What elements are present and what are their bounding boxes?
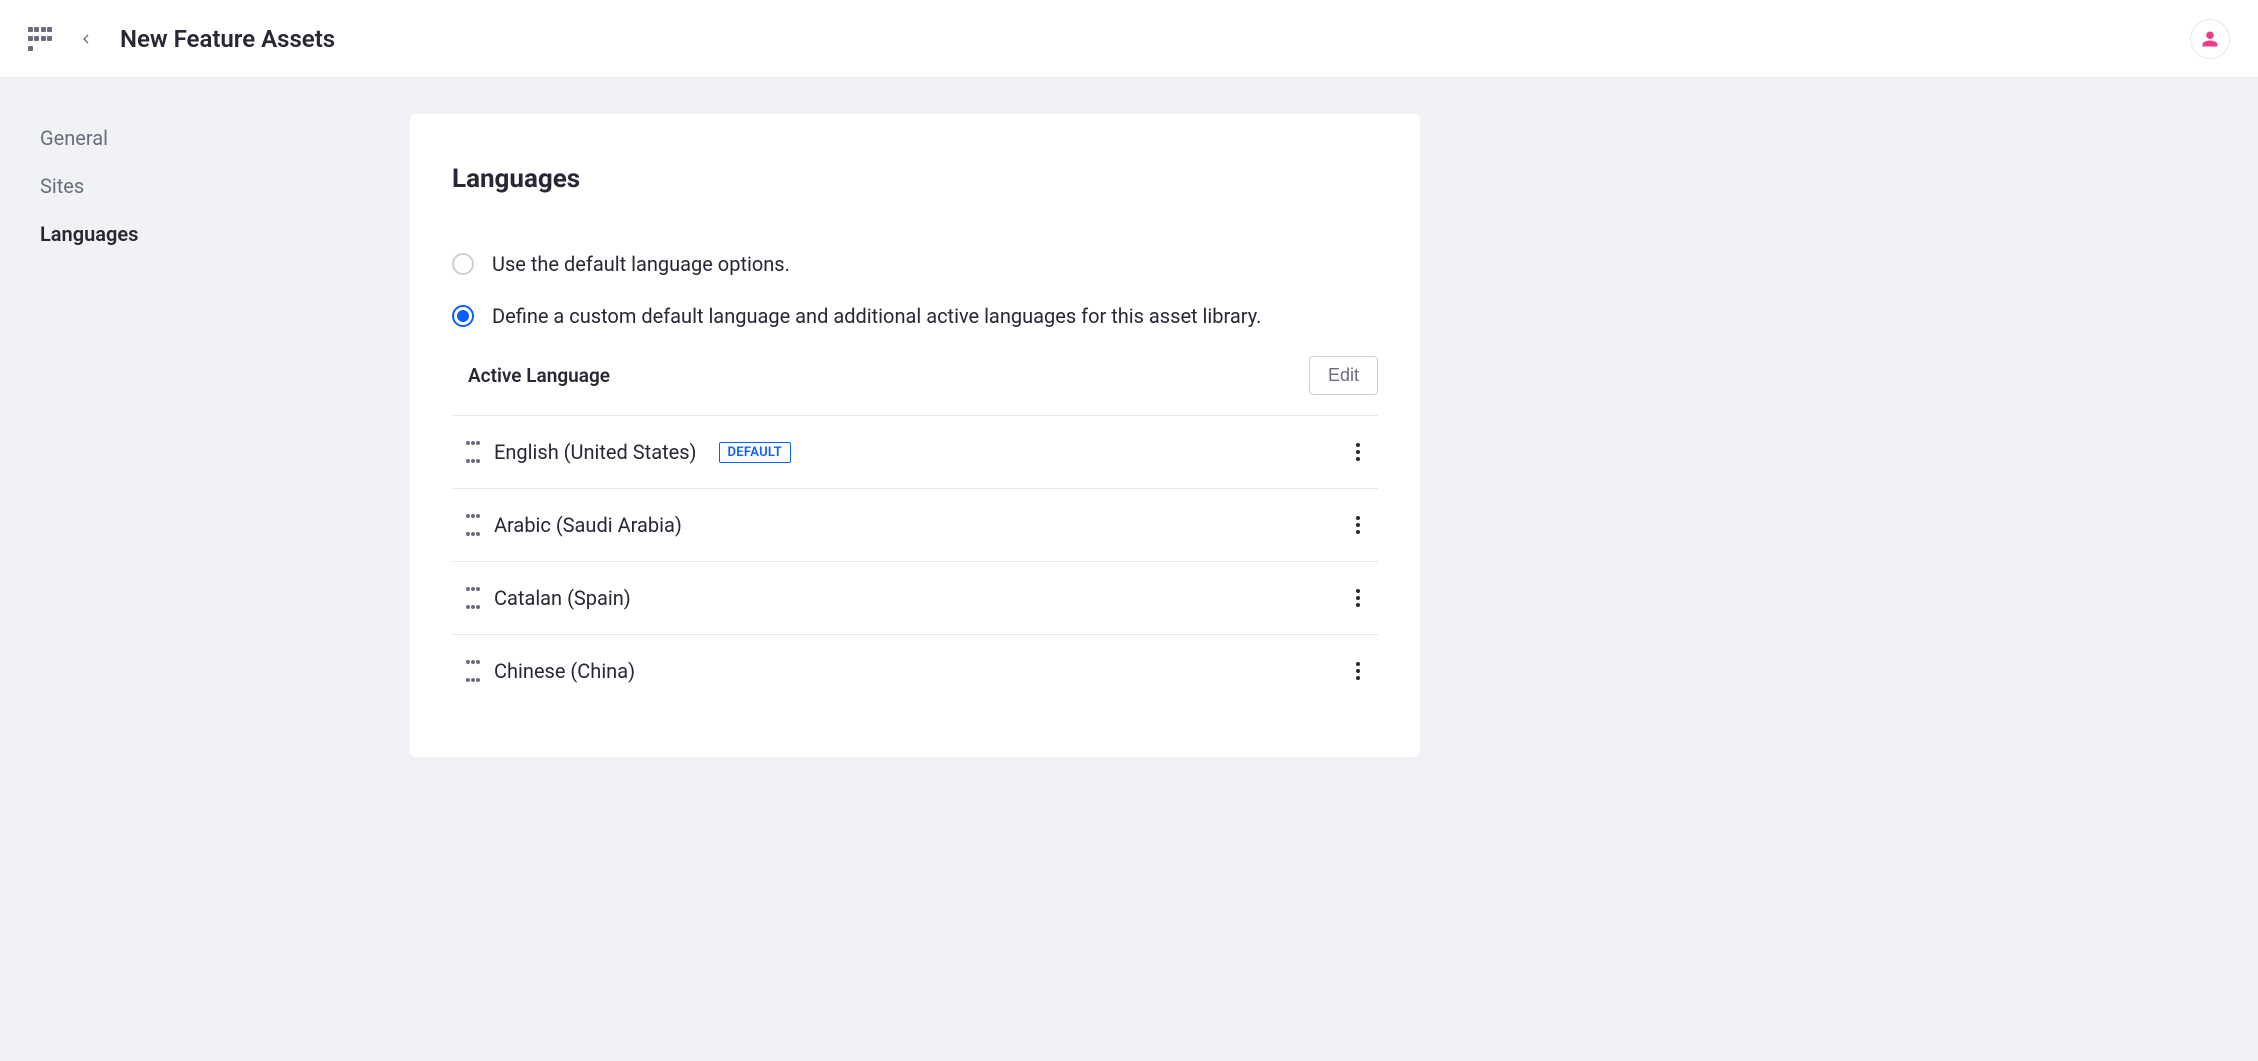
- language-name: Chinese (China): [494, 659, 635, 683]
- kebab-menu-icon[interactable]: [1346, 440, 1370, 464]
- active-language-title: Active Language: [468, 364, 610, 387]
- topbar-left: New Feature Assets: [28, 25, 335, 53]
- user-avatar[interactable]: [2190, 19, 2230, 59]
- active-language-header: Active Language Edit: [452, 356, 1378, 416]
- sidebar: General Sites Languages: [0, 78, 410, 757]
- kebab-menu-icon[interactable]: [1346, 586, 1370, 610]
- language-row: Catalan (Spain): [452, 562, 1378, 635]
- option-use-default-label: Use the default language options.: [492, 252, 790, 276]
- sidebar-item-general[interactable]: General: [40, 114, 370, 162]
- drag-handle-icon[interactable]: [466, 514, 480, 536]
- language-row: English (United States) DEFAULT: [452, 416, 1378, 489]
- kebab-menu-icon[interactable]: [1346, 513, 1370, 537]
- radio-icon: [452, 305, 474, 327]
- language-name: Arabic (Saudi Arabia): [494, 513, 682, 537]
- option-custom-label: Define a custom default language and add…: [492, 304, 1261, 328]
- language-row: Chinese (China): [452, 635, 1378, 707]
- panel-heading: Languages: [452, 164, 1378, 194]
- page-title: New Feature Assets: [120, 25, 335, 53]
- drag-handle-icon[interactable]: [466, 441, 480, 463]
- back-icon[interactable]: [72, 25, 100, 53]
- default-badge: DEFAULT: [719, 442, 792, 463]
- sidebar-item-sites[interactable]: Sites: [40, 162, 370, 210]
- drag-handle-icon[interactable]: [466, 587, 480, 609]
- languages-panel: Languages Use the default language optio…: [410, 114, 1420, 757]
- kebab-menu-icon[interactable]: [1346, 659, 1370, 683]
- language-name: English (United States): [494, 440, 697, 464]
- sidebar-item-languages[interactable]: Languages: [40, 210, 370, 258]
- radio-icon: [452, 253, 474, 275]
- drag-handle-icon[interactable]: [466, 660, 480, 682]
- language-row: Arabic (Saudi Arabia): [452, 489, 1378, 562]
- option-use-default[interactable]: Use the default language options.: [452, 252, 1378, 276]
- topbar: New Feature Assets: [0, 0, 2258, 78]
- apps-grid-icon[interactable]: [28, 27, 52, 51]
- option-custom[interactable]: Define a custom default language and add…: [452, 304, 1378, 328]
- edit-button[interactable]: Edit: [1309, 356, 1378, 395]
- language-name: Catalan (Spain): [494, 586, 631, 610]
